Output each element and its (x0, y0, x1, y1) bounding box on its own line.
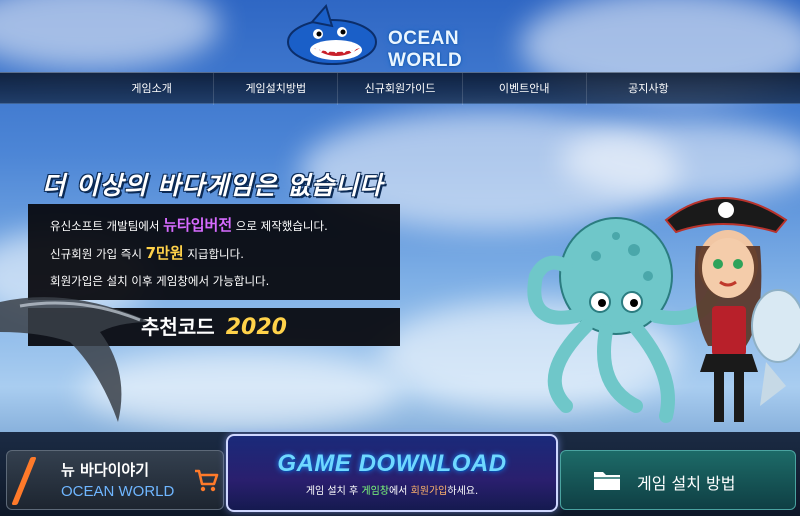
hero-headline: 더 이상의 바다게임은 없습니다 (42, 171, 384, 200)
info-line-2-post: 지급합니다. (187, 247, 244, 261)
game-download-subtitle: 게임 설치 후 게임창에서 회원가입하세요. (228, 482, 556, 497)
download-sub-mid: 에서 (388, 486, 408, 497)
install-guide-title: 게임 설치 방법 (637, 474, 736, 493)
folder-icon (594, 472, 620, 490)
info-line-1-pre: 유신소프트 개발팀에서 (50, 219, 160, 233)
bonus-amount-highlight: 7만원 (145, 244, 184, 262)
new-bada-story-button[interactable]: 뉴 바다이야기 OCEAN WORLD (6, 450, 224, 510)
new-bada-story-subtitle: OCEAN WORLD (61, 483, 175, 500)
game-download-title: GAME DOWNLOAD (277, 450, 507, 477)
nav-item-member-guide[interactable]: 신규회원가이드 (338, 73, 463, 105)
nav-item-events[interactable]: 이벤트안내 (463, 73, 587, 105)
download-sub-signup: 회원가입 (410, 486, 448, 497)
dolphin-illustration (0, 297, 150, 422)
shark-logo-icon (287, 4, 377, 65)
new-bada-story-title: 뉴 바다이야기 (61, 461, 150, 479)
slash-decoration (11, 457, 37, 505)
site-logo[interactable]: OCEAN WORLD (282, 4, 532, 71)
main-nav: 게임소개 게임설치방법 신규회원가이드 이벤트안내 공지사항 (0, 72, 800, 105)
nav-item-install-guide[interactable]: 게임설치방법 (214, 73, 339, 105)
nav-item-notices[interactable]: 공지사항 (587, 73, 710, 105)
cart-icon (195, 469, 219, 492)
game-download-button[interactable]: GAME DOWNLOAD 게임 설치 후 게임창에서 회원가입하세요. (226, 434, 558, 512)
download-sub-game-window: 게임창 (361, 486, 389, 497)
logo-text: OCEAN WORLD (388, 28, 463, 71)
download-sub-pre: 게임 설치 후 (305, 486, 359, 497)
info-line-2: 신규회원 가입 즉시 7만원 지급합니다. (50, 240, 400, 268)
referral-code-value: 2020 (225, 315, 287, 340)
info-line-2-pre: 신규회원 가입 즉시 (50, 247, 142, 261)
new-type-version-highlight: 뉴타입버전 (163, 216, 233, 234)
info-line-1-post: 으로 제작했습니다. (235, 219, 328, 233)
download-sub-post: 하세요. (447, 486, 479, 497)
install-guide-button[interactable]: 게임 설치 방법 (560, 450, 796, 510)
nav-item-game-intro[interactable]: 게임소개 (90, 73, 215, 105)
octopus-pirate-illustration (527, 197, 800, 423)
info-line-1: 유신소프트 개발팀에서 뉴타입버전 으로 제작했습니다. (50, 212, 400, 240)
info-box: 유신소프트 개발팀에서 뉴타입버전 으로 제작했습니다. 신규회원 가입 즉시 … (28, 204, 400, 300)
